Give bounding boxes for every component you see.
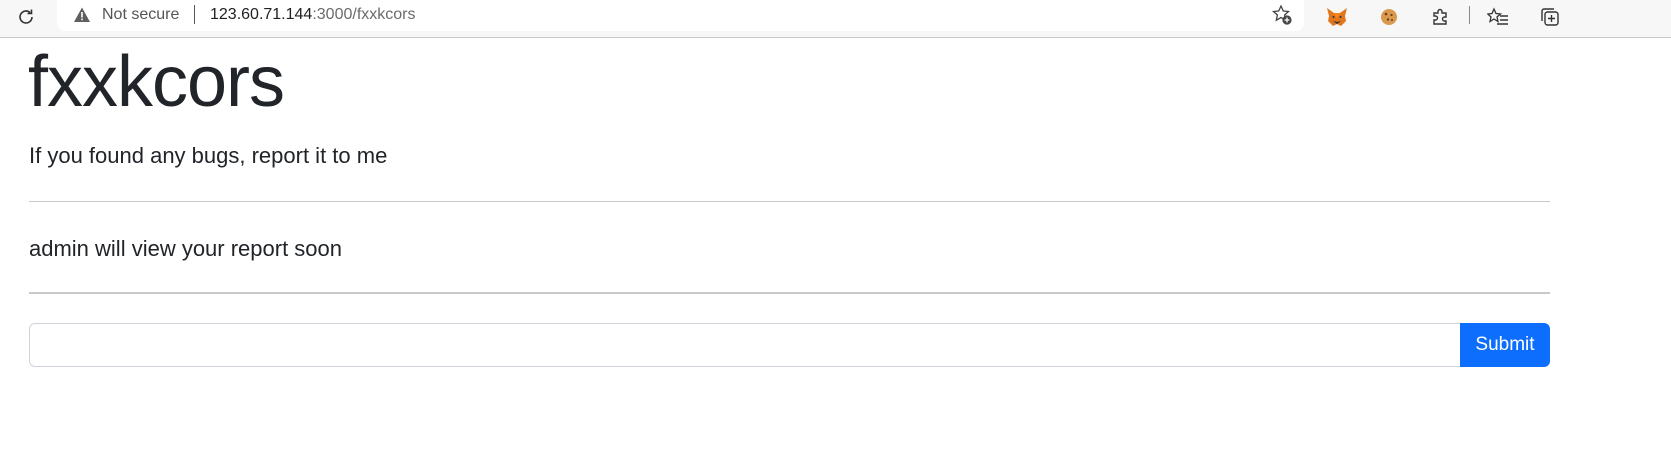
divider [29, 292, 1550, 294]
cookie-icon[interactable] [1375, 3, 1403, 31]
favorites-icon[interactable] [1484, 3, 1512, 31]
page-title: fxxkcors [28, 42, 285, 122]
report-input[interactable] [29, 323, 1461, 367]
url-path: :3000/fxxkcors [312, 6, 416, 23]
lead-text: If you found any bugs, report it to me [29, 143, 388, 168]
address-bar[interactable]: Not secure 123.60.71.144:3000/fxxkcors [57, 0, 1304, 31]
favorite-add-icon[interactable] [1270, 3, 1294, 27]
address-divider [194, 5, 195, 24]
submit-button[interactable]: Submit [1460, 323, 1550, 367]
divider [29, 201, 1550, 202]
extensions-icon[interactable] [1426, 3, 1454, 31]
collections-icon[interactable] [1536, 3, 1564, 31]
notice-text: admin will view your report soon [29, 236, 343, 261]
warning-icon[interactable] [73, 6, 91, 24]
security-label[interactable]: Not secure [102, 6, 179, 24]
url-host: 123.60.71.144 [210, 6, 313, 23]
metamask-fox-icon[interactable] [1323, 3, 1351, 31]
toolbar-divider [1469, 6, 1470, 24]
url-text[interactable]: 123.60.71.144:3000/fxxkcors [210, 6, 415, 24]
browser-toolbar: Not secure 123.60.71.144:3000/fxxkcors [0, 0, 1671, 38]
reload-icon[interactable] [13, 4, 39, 30]
